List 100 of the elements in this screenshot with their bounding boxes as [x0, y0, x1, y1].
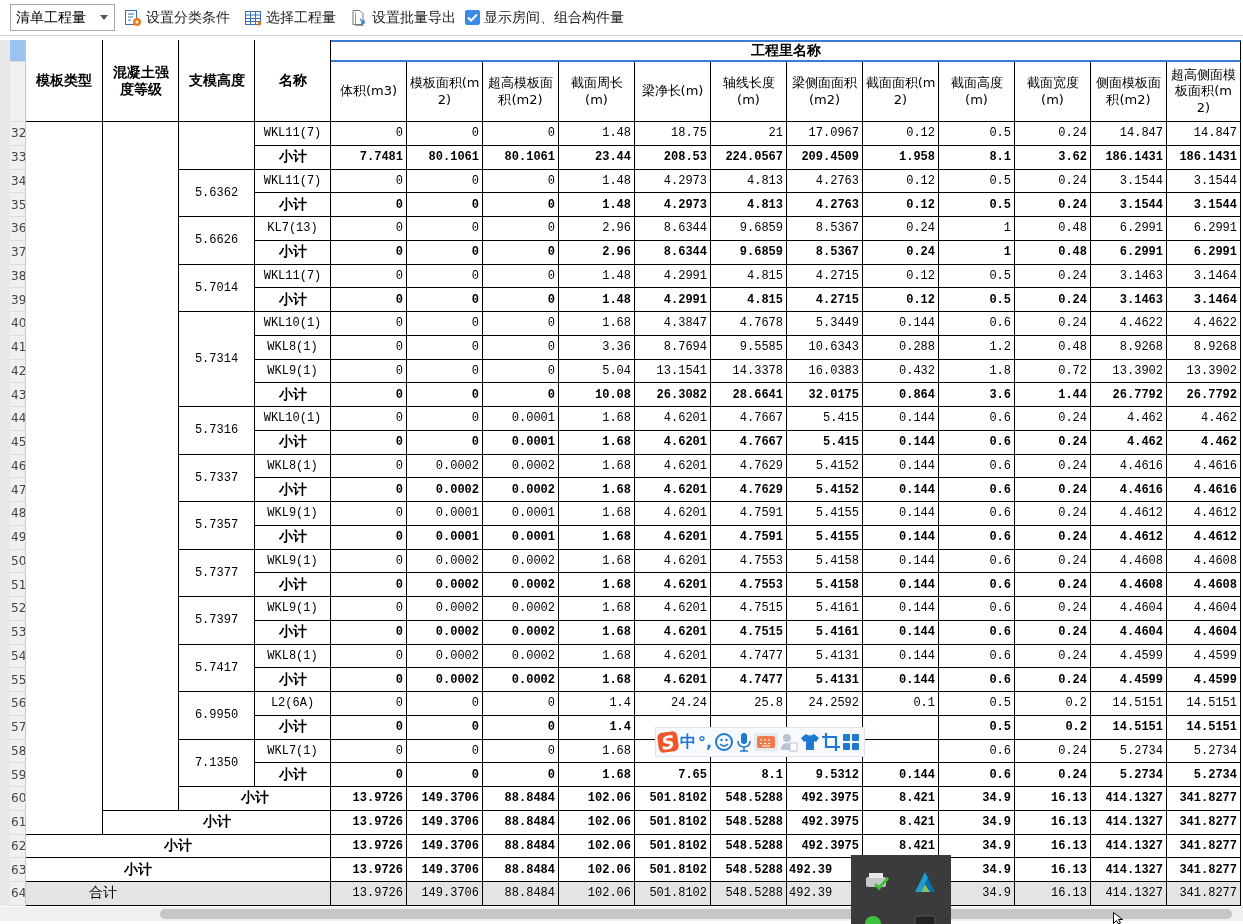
row-number: 36 — [10, 217, 26, 241]
table-cell: 34.9 — [939, 787, 1015, 811]
triangle-logo-icon[interactable] — [913, 870, 937, 894]
table-cell: 3.62 — [1015, 145, 1091, 170]
column-header: 轴线长度(m) — [711, 62, 787, 122]
table-cell: 16.13 — [1015, 882, 1091, 906]
table-cell: 4.6201 — [635, 407, 711, 431]
table-cell: 1.68 — [559, 763, 635, 787]
table-cell: 0 — [331, 122, 407, 146]
table-cell: 0 — [483, 264, 559, 289]
table-cell: 4.6201 — [635, 644, 711, 669]
caret-icon — [100, 15, 108, 20]
table-cell: 3.6 — [939, 383, 1015, 407]
status-icon[interactable] — [865, 915, 881, 924]
table-cell: 5.04 — [559, 359, 635, 384]
column-header: 截面面积(m2) — [863, 62, 939, 122]
table-cell: 0.24 — [863, 240, 939, 265]
table-cell: 5.4161 — [787, 597, 863, 621]
table-cell: 13.3902 — [1167, 359, 1241, 384]
table-cell: 0 — [407, 407, 483, 431]
table-cell: 1.68 — [559, 312, 635, 336]
table-cell: 4.4616 — [1091, 454, 1167, 479]
table-cell: 0 — [331, 573, 407, 597]
row-number: 58 — [10, 739, 26, 764]
row-number: 48 — [10, 502, 26, 526]
table-cell: 0.24 — [1015, 312, 1091, 336]
table-cell: 0.144 — [863, 525, 939, 550]
table-cell: 6.2991 — [1167, 217, 1241, 241]
smiley-icon[interactable] — [714, 732, 735, 752]
printer-check-icon[interactable] — [865, 871, 891, 893]
checkbox-label[interactable]: 显示房间、组合构件量 — [484, 8, 624, 27]
table-cell: 1.48 — [559, 193, 635, 217]
table-cell: 0.144 — [863, 454, 939, 479]
table-cell: 4.7477 — [711, 668, 787, 692]
scrollbar-thumb[interactable] — [160, 909, 1232, 919]
table-cell: 0 — [483, 240, 559, 265]
table-cell: 13.9726 — [331, 882, 407, 906]
row-number: 50 — [10, 549, 26, 574]
language-toggle[interactable]: 中 — [680, 731, 696, 753]
table-cell: 0.144 — [863, 407, 939, 431]
row-number: 37 — [10, 240, 26, 265]
table-cell: 0 — [331, 217, 407, 241]
table-cell: 0 — [483, 739, 559, 764]
checkbox[interactable] — [465, 10, 480, 25]
table-cell: 0.0002 — [407, 454, 483, 479]
punctuation-toggle[interactable]: °, — [698, 732, 713, 752]
table-cell: 3.1544 — [1167, 193, 1241, 217]
table-cell: 0.2 — [1015, 715, 1091, 740]
row-number: 55 — [10, 668, 26, 692]
row-number: 54 — [10, 644, 26, 669]
table-cell: 6.2991 — [1091, 240, 1167, 265]
table-cell: 0 — [407, 312, 483, 336]
table-cell: 0.6 — [939, 478, 1015, 502]
table-cell: WKL8(1) — [255, 335, 331, 360]
table-cell: 0 — [483, 193, 559, 217]
table-cell: 8.6344 — [635, 240, 711, 265]
keyboard-button[interactable] — [754, 733, 779, 751]
table-cell: 5.415 — [787, 430, 863, 455]
table-cell: 0 — [483, 217, 559, 241]
table-cell: 3.1544 — [1091, 193, 1167, 217]
crop-icon[interactable] — [822, 733, 841, 751]
table-cell: 0.2 — [1015, 692, 1091, 716]
table-cell: 0.0001 — [407, 502, 483, 526]
table-cell: 1.48 — [559, 169, 635, 194]
table-cell: 14.5151 — [1167, 715, 1241, 740]
table-cell: 0 — [331, 644, 407, 669]
table-cell: 0 — [331, 454, 407, 479]
table-cell: 186.1431 — [1167, 145, 1241, 170]
table-cell: 8.9268 — [1167, 335, 1241, 360]
table-cell: 0.24 — [1015, 264, 1091, 289]
table-cell: 17.0967 — [787, 122, 863, 146]
table-cell: 0.0002 — [483, 573, 559, 597]
horizontal-scrollbar[interactable] — [0, 907, 1243, 921]
table-cell: 0.144 — [863, 597, 939, 621]
table-cell: 5.7014 — [179, 264, 255, 312]
table-cell: 4.7678 — [711, 312, 787, 336]
table-cell: 0.6 — [939, 668, 1015, 692]
table-cell: 0.144 — [863, 573, 939, 597]
table-cell: 0 — [331, 668, 407, 692]
table-cell: 88.8484 — [483, 882, 559, 906]
table-cell: 0.144 — [863, 644, 939, 669]
quantity-dropdown[interactable]: 清单工程量 — [10, 4, 115, 31]
table-cell: 0.24 — [1015, 169, 1091, 194]
table-cell: 4.4604 — [1091, 597, 1167, 621]
table-cell: 5.7397 — [179, 597, 255, 645]
grid-icon[interactable] — [842, 733, 861, 751]
table-cell: 4.4599 — [1167, 668, 1241, 692]
table-cell: 0.6 — [939, 763, 1015, 787]
table-cell: 102.06 — [559, 810, 635, 835]
table-cell: 0 — [407, 430, 483, 455]
table-cell: 0 — [407, 739, 483, 764]
table-cell: 5.4158 — [787, 549, 863, 574]
table-cell: 5.6362 — [179, 169, 255, 217]
table-cell: 13.9726 — [331, 810, 407, 835]
table-cell: 0.288 — [863, 335, 939, 360]
table-cell: 0.24 — [1015, 597, 1091, 621]
table-cell: 0.864 — [863, 383, 939, 407]
shirt-icon[interactable] — [800, 733, 821, 751]
table-cell: 9.6859 — [711, 217, 787, 241]
microphone-icon[interactable] — [736, 732, 753, 752]
